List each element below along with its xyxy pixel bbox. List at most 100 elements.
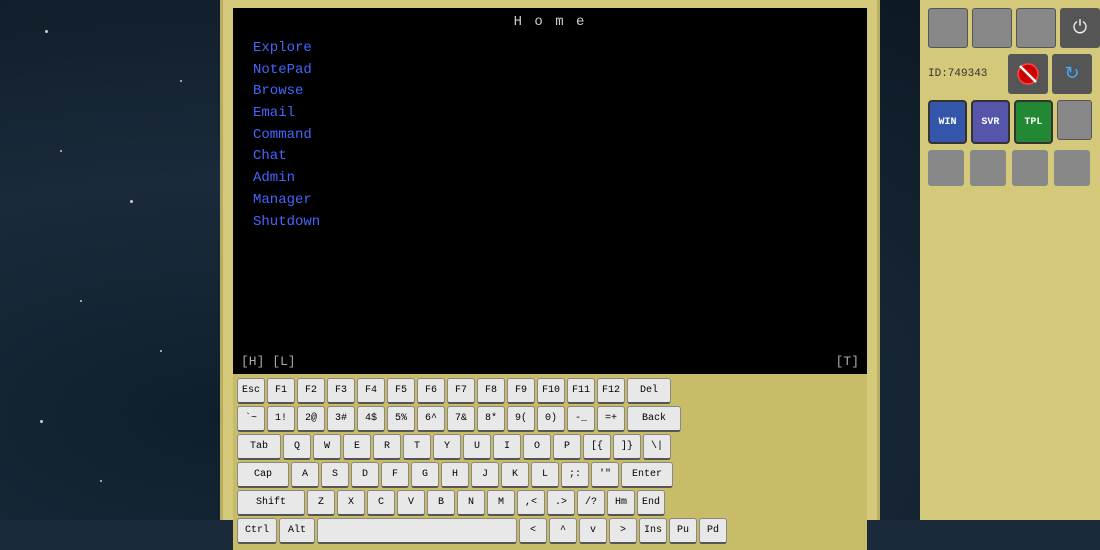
key-D[interactable]: D (351, 462, 379, 488)
rp-small-4[interactable] (1054, 150, 1090, 186)
key-F5[interactable]: F5 (387, 378, 415, 404)
key-5_[interactable]: 5% (387, 406, 415, 432)
key-F4[interactable]: F4 (357, 378, 385, 404)
menu-item-notepad[interactable]: NotePad (253, 60, 847, 82)
key-S[interactable]: S (321, 462, 349, 488)
key-P[interactable]: P (553, 434, 581, 460)
key-R[interactable]: R (373, 434, 401, 460)
menu-item-shutdown[interactable]: Shutdown (253, 212, 847, 234)
key-X[interactable]: X (337, 490, 365, 516)
key-G[interactable]: G (411, 462, 439, 488)
key-W[interactable]: W (313, 434, 341, 460)
key-Enter[interactable]: Enter (621, 462, 673, 488)
key-__[interactable]: [{ (583, 434, 611, 460)
key-T[interactable]: T (403, 434, 431, 460)
key-F3[interactable]: F3 (327, 378, 355, 404)
key-v[interactable]: v (579, 518, 607, 544)
key-__[interactable]: -_ (567, 406, 595, 432)
key-B[interactable]: B (427, 490, 455, 516)
key-A[interactable]: A (291, 462, 319, 488)
key-4_[interactable]: 4$ (357, 406, 385, 432)
rp-small-2[interactable] (970, 150, 1006, 186)
svr-icon[interactable]: SVR (971, 100, 1010, 144)
key-H[interactable]: H (441, 462, 469, 488)
rp-small-1[interactable] (928, 150, 964, 186)
menu-item-admin[interactable]: Admin (253, 168, 847, 190)
key-Pu[interactable]: Pu (669, 518, 697, 544)
key-U[interactable]: U (463, 434, 491, 460)
menu-item-browse[interactable]: Browse (253, 81, 847, 103)
key-__[interactable]: ;: (561, 462, 589, 488)
key-F12[interactable]: F12 (597, 378, 625, 404)
key-F6[interactable]: F6 (417, 378, 445, 404)
key-Y[interactable]: Y (433, 434, 461, 460)
red-circle-button[interactable] (1008, 54, 1048, 94)
key-_[interactable]: ^ (549, 518, 577, 544)
key-__[interactable]: '" (591, 462, 619, 488)
key-N[interactable]: N (457, 490, 485, 516)
menu-item-explore[interactable]: Explore (253, 38, 847, 60)
key-Del[interactable]: Del (627, 378, 671, 404)
key-__[interactable]: ,< (517, 490, 545, 516)
power-button[interactable]: ⏻ (1060, 8, 1100, 48)
key-C[interactable]: C (367, 490, 395, 516)
key-M[interactable]: M (487, 490, 515, 516)
menu-item-manager[interactable]: Manager (253, 190, 847, 212)
key-Tab[interactable]: Tab (237, 434, 281, 460)
key-Z[interactable]: Z (307, 490, 335, 516)
key-8_[interactable]: 8* (477, 406, 505, 432)
key-2_[interactable]: 2@ (297, 406, 325, 432)
key-Esc[interactable]: Esc (237, 378, 265, 404)
key-End[interactable]: End (637, 490, 665, 516)
key-9_[interactable]: 9( (507, 406, 535, 432)
key-_[interactable]: < (519, 518, 547, 544)
key-__[interactable]: `~ (237, 406, 265, 432)
menu-item-chat[interactable]: Chat (253, 146, 847, 168)
key-F8[interactable]: F8 (477, 378, 505, 404)
key-F11[interactable]: F11 (567, 378, 595, 404)
key-Ctrl[interactable]: Ctrl (237, 518, 277, 544)
rp-btn-2[interactable] (972, 8, 1012, 48)
rp-btn-3[interactable] (1016, 8, 1056, 48)
key-F1[interactable]: F1 (267, 378, 295, 404)
key-F7[interactable]: F7 (447, 378, 475, 404)
refresh-button[interactable]: ↻ (1052, 54, 1092, 94)
key-0_[interactable]: 0) (537, 406, 565, 432)
rp-btn-extra[interactable] (1057, 100, 1092, 140)
rp-small-3[interactable] (1012, 150, 1048, 186)
key-Alt[interactable]: Alt (279, 518, 315, 544)
key-__[interactable]: ]} (613, 434, 641, 460)
key-space[interactable] (317, 518, 517, 544)
key-__[interactable]: =+ (597, 406, 625, 432)
key-__[interactable]: .> (547, 490, 575, 516)
key-E[interactable]: E (343, 434, 371, 460)
rp-btn-1[interactable] (928, 8, 968, 48)
key-I[interactable]: I (493, 434, 521, 460)
key-O[interactable]: O (523, 434, 551, 460)
key-__[interactable]: /? (577, 490, 605, 516)
key-Ins[interactable]: Ins (639, 518, 667, 544)
key-Shift[interactable]: Shift (237, 490, 305, 516)
key-Q[interactable]: Q (283, 434, 311, 460)
key-Pd[interactable]: Pd (699, 518, 727, 544)
tpl-icon[interactable]: TPL (1014, 100, 1053, 144)
key-3_[interactable]: 3# (327, 406, 355, 432)
key-1_[interactable]: 1! (267, 406, 295, 432)
win-icon[interactable]: WIN (928, 100, 967, 144)
menu-item-email[interactable]: Email (253, 103, 847, 125)
key-F9[interactable]: F9 (507, 378, 535, 404)
menu-item-command[interactable]: Command (253, 125, 847, 147)
key-F10[interactable]: F10 (537, 378, 565, 404)
key-F2[interactable]: F2 (297, 378, 325, 404)
key-V[interactable]: V (397, 490, 425, 516)
key-6_[interactable]: 6^ (417, 406, 445, 432)
key-Cap[interactable]: Cap (237, 462, 289, 488)
key-7_[interactable]: 7& (447, 406, 475, 432)
key-J[interactable]: J (471, 462, 499, 488)
key-Back[interactable]: Back (627, 406, 681, 432)
key-_[interactable]: > (609, 518, 637, 544)
key-F[interactable]: F (381, 462, 409, 488)
key-L[interactable]: L (531, 462, 559, 488)
key-K[interactable]: K (501, 462, 529, 488)
key-Hm[interactable]: Hm (607, 490, 635, 516)
